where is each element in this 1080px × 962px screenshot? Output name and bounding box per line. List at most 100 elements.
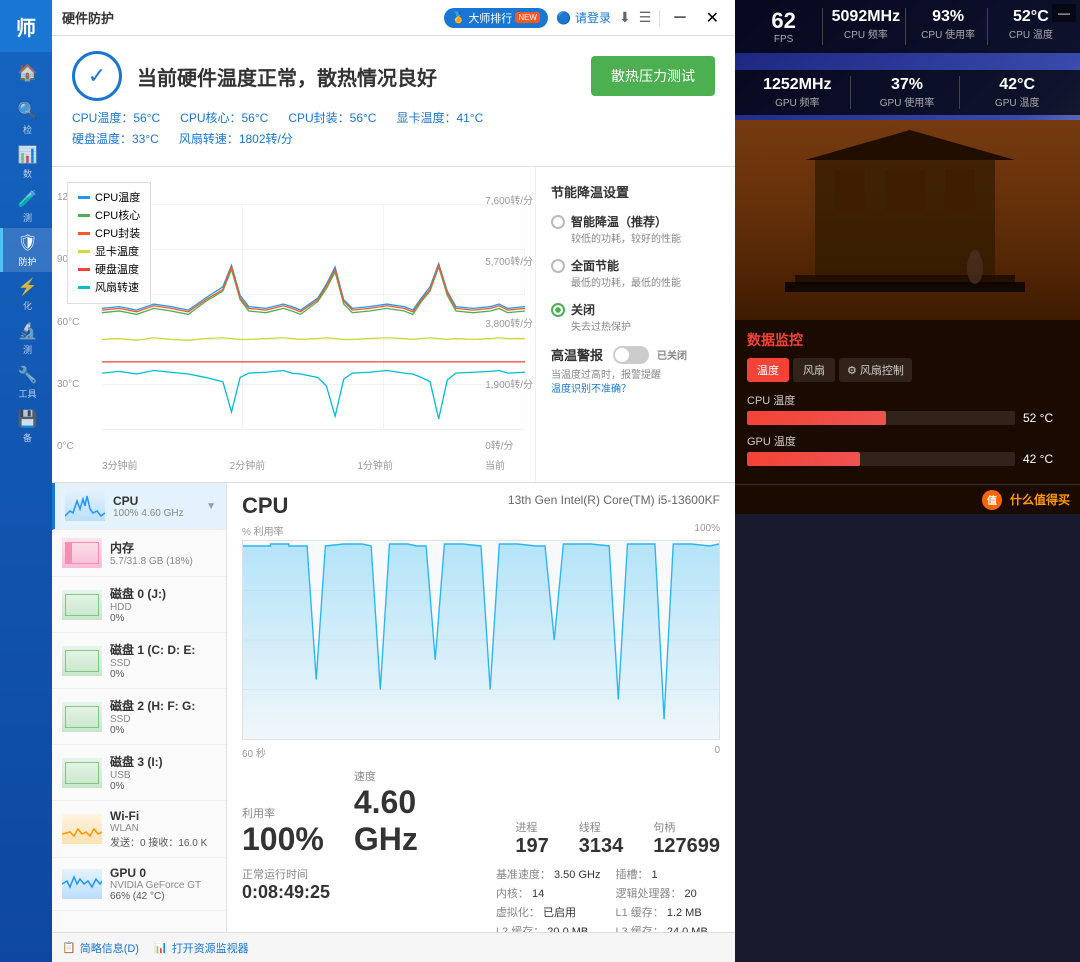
disk1-info: 磁盘 1 (C: D: E: SSD 0% — [110, 641, 216, 680]
cpu-chart-area — [242, 540, 720, 740]
disk3-thumb — [62, 758, 102, 788]
dm-tab-temp[interactable]: 温度 — [747, 358, 789, 382]
resource-item-gpu[interactable]: GPU 0 NVIDIA GeForce GT 66% (42 °C) — [52, 858, 226, 911]
overlay-minimize[interactable]: — — [1048, 0, 1080, 26]
resource-item-disk3[interactable]: 磁盘 3 (I:) USB 0% — [52, 745, 226, 801]
monitor-section: CPU 100% 4.60 GHz ▼ 内存 5.7/31.8 GB (18%) — [52, 482, 735, 932]
summary-link[interactable]: 📋 简略信息(D) — [62, 940, 139, 956]
overlay-stats-row2: 1252MHz GPU 频率 37% GPU 使用率 42°C GPU 温度 — [735, 70, 1080, 115]
high-temp-title: 高温警报 已关闭 — [551, 345, 720, 364]
wifi-info: Wi-Fi WLAN 发送：0 接收：16.0 K — [110, 809, 216, 849]
sidebar-item-3[interactable]: 📊 数 — [0, 140, 52, 184]
gpu-usage-val: 37% — [855, 76, 960, 94]
proc-value: 197 — [515, 835, 548, 858]
gpu-temp-label: 显卡温度：41°C — [396, 109, 483, 126]
wifi-pct: 发送：0 接收：16.0 K — [110, 834, 216, 849]
sidebar-item-opt[interactable]: ⚡ 化 — [0, 272, 52, 316]
speed-label: 速度 — [354, 768, 456, 784]
zwzm-text: 什么值得买 — [1010, 491, 1070, 508]
energy-desc-full: 最低的功耗，最低的性能 — [571, 274, 681, 289]
radio-full[interactable] — [551, 259, 565, 273]
chart-x-labels: 3分钟前 2分钟前 1分钟前 当前 — [62, 457, 525, 472]
cpu-temp-bar-value: 52 °C — [1023, 411, 1068, 425]
topbar-center: 🏅 大师排行 NEW 🔵 请登录 ⬇ ☰ ─ ✕ — [444, 6, 725, 30]
rank-badge[interactable]: 🏅 大师排行 NEW — [444, 8, 548, 28]
cpu-header: CPU 13th Gen Intel(R) Core(TM) i5-13600K… — [242, 493, 720, 519]
sidebar-item-test[interactable]: 🧪 测 — [0, 184, 52, 228]
overlay-min-btn[interactable]: — — [1052, 4, 1076, 22]
resource-item-disk0[interactable]: 磁盘 0 (J:) HDD 0% — [52, 577, 226, 633]
dm-tab-fan-ctrl[interactable]: ⚙ 风扇控制 — [839, 358, 912, 382]
energy-desc-smart: 较低的功耗，较好的性能 — [571, 230, 681, 245]
minimize-btn[interactable]: ─ — [668, 7, 691, 29]
high-temp-link[interactable]: 温度识别不准确？ — [551, 383, 720, 397]
radio-off[interactable] — [551, 303, 565, 317]
resource-item-disk1[interactable]: 磁盘 1 (C: D: E: SSD 0% — [52, 633, 226, 689]
cpu-scroll-btn[interactable]: ▼ — [206, 501, 216, 512]
disk0-info: 磁盘 0 (J:) HDD 0% — [110, 585, 216, 624]
resource-item-cpu[interactable]: CPU 100% 4.60 GHz ▼ — [52, 483, 226, 530]
overlay-gpu-temp: 42°C GPU 温度 — [964, 76, 1070, 109]
hw-check-icon: ✓ — [72, 51, 122, 101]
cpu-temp-bar-container: 52 °C — [747, 411, 1068, 425]
y-right-3800: 3,800转/分 — [485, 315, 533, 330]
sidebar-item-device[interactable]: 💾 备 — [0, 404, 52, 448]
gpu-temp-overlay-label: GPU 温度 — [964, 94, 1070, 109]
sidebar-label-device: 备 — [23, 431, 32, 444]
sidebar-item-protection[interactable]: 🛡 防护 — [0, 228, 52, 272]
sidebar-item-tools[interactable]: 🔧 工具 — [0, 360, 52, 404]
disk1-name: 磁盘 1 (C: D: E: — [110, 641, 216, 658]
detail-logical: 逻辑处理器： 20 — [615, 885, 720, 901]
mem-thumb — [62, 538, 102, 568]
dm-tab-fan[interactable]: 风扇 — [793, 358, 835, 382]
main-content: 硬件防护 🏅 大师排行 NEW 🔵 请登录 ⬇ ☰ ─ ✕ ✓ 当前硬件温度正常… — [52, 0, 735, 962]
radio-smart[interactable] — [551, 215, 565, 229]
sockets-label: 插槽： — [615, 869, 648, 881]
speed-value: 4.60 GHz — [354, 784, 456, 858]
logical-label: 逻辑处理器： — [615, 888, 681, 900]
x-label-2min: 2分钟前 — [230, 457, 266, 472]
open-monitor-link[interactable]: 📊 打开资源监视器 — [154, 940, 249, 956]
login-btn[interactable]: 🔵 请登录 — [556, 9, 611, 26]
gpu-temp-bar-fill — [747, 452, 860, 466]
cpu-temp-bar-row: CPU 温度 52 °C — [747, 392, 1068, 425]
data-monitor: 数据监控 温度 风扇 ⚙ 风扇控制 CPU 温度 52 °C GPU 温度 — [735, 320, 1080, 484]
energy-option-full[interactable]: 全面节能 最低的功耗，最低的性能 — [551, 257, 720, 289]
energy-option-smart[interactable]: 智能降温（推荐） 较低的功耗，较好的性能 — [551, 213, 720, 245]
energy-desc-off: 失去过热保护 — [571, 318, 631, 333]
cpu-time-label: 60 秒 — [242, 745, 266, 760]
disk3-info: 磁盘 3 (I:) USB 0% — [110, 753, 216, 792]
resource-item-wifi[interactable]: Wi-Fi WLAN 发送：0 接收：16.0 K — [52, 801, 226, 858]
legend-color-disk — [78, 268, 90, 271]
sidebar-item-scan[interactable]: 🔬 测 — [0, 316, 52, 360]
legend-label-cpu: CPU温度 — [95, 189, 140, 205]
gpu-usage-label: GPU 使用率 — [855, 94, 960, 109]
fan-speed-label: 风扇转速：1802转/分 — [179, 130, 293, 147]
sidebar-item-detection[interactable]: 🔍 检 — [0, 96, 52, 140]
resource-item-memory[interactable]: 内存 5.7/31.8 GB (18%) — [52, 530, 226, 577]
sidebar-logo: 师 — [0, 0, 52, 52]
tools-icon: 🔧 — [18, 365, 38, 385]
detail-cores: 内核： 14 — [496, 885, 601, 901]
download-btn[interactable]: ⬇ — [619, 9, 631, 26]
resource-item-disk2[interactable]: 磁盘 2 (H: F: G: SSD 0% — [52, 689, 226, 745]
energy-option-off[interactable]: 关闭 失去过热保护 — [551, 301, 720, 333]
cores-val: 14 — [532, 888, 544, 900]
l1-label: L1 缓存： — [615, 907, 663, 919]
high-temp-toggle[interactable] — [613, 346, 649, 364]
y-label-0: 0°C — [57, 441, 85, 452]
energy-title: 节能降温设置 — [551, 182, 720, 201]
chart-y-right: 7,600转/分 5,700转/分 3,800转/分 1,900转/分 0转/分 — [485, 192, 533, 452]
x-label-1min: 1分钟前 — [357, 457, 393, 472]
close-btn[interactable]: ✕ — [700, 6, 725, 30]
sidebar-item-1[interactable]: 🏠 — [0, 52, 52, 96]
detail-l1: L1 缓存： 1.2 MB — [615, 904, 720, 920]
legend-label-fan: 风扇转速 — [95, 279, 139, 295]
hw-test-btn[interactable]: 散热压力测试 — [591, 56, 715, 96]
menu-btn[interactable]: ☰ — [639, 9, 652, 26]
thread-label: 线程 — [579, 819, 624, 835]
legend-label-gpu: 显卡温度 — [95, 243, 139, 259]
disk-temp-val: 硬盘温度：33°C — [72, 132, 159, 146]
disk2-thumb — [62, 702, 102, 732]
monitor-icon: 📊 — [154, 941, 168, 954]
